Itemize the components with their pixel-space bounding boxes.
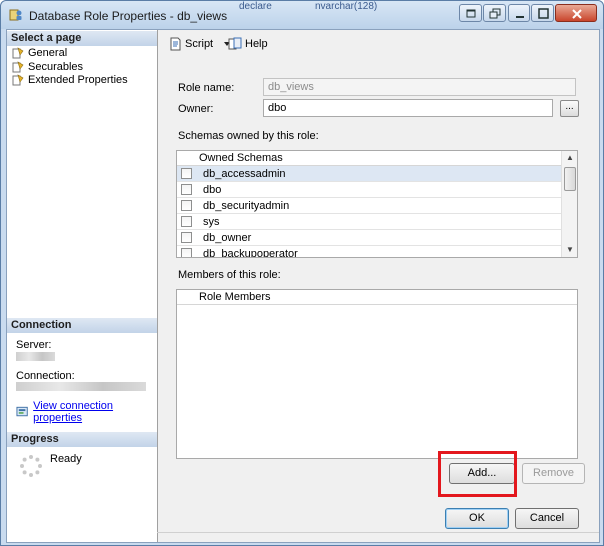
title-bar[interactable]: Database Role Properties - db_views decl… [1, 1, 603, 29]
page-item-label: Extended Properties [28, 73, 128, 86]
members-label: Members of this role: [178, 269, 281, 281]
close-icon[interactable] [555, 4, 597, 22]
page-icon [12, 73, 24, 85]
schema-name: sys [203, 215, 220, 228]
server-value-redacted [16, 352, 55, 361]
schema-checkbox[interactable] [181, 248, 192, 257]
help-label: Help [245, 38, 268, 50]
schema-row[interactable]: sys [177, 214, 561, 230]
page-icon [12, 46, 24, 58]
add-button-highlight-annotation [438, 451, 517, 497]
view-connection-properties-link[interactable]: View connection properties [16, 400, 157, 424]
toolbar: Script Help [158, 30, 599, 58]
maximize-icon[interactable] [531, 4, 554, 22]
window-title: Database Role Properties - db_views [29, 9, 228, 23]
restore-window-icon[interactable] [483, 4, 506, 22]
schema-row[interactable]: db_accessadmin [177, 166, 561, 182]
schema-row[interactable]: db_securityadmin [177, 198, 561, 214]
owner-field[interactable]: dbo [263, 99, 553, 117]
select-page-header: Select a page [7, 31, 157, 46]
script-label: Script [185, 38, 214, 50]
owner-label: Owner: [178, 103, 214, 115]
ok-button[interactable]: OK [445, 508, 509, 529]
database-role-icon [9, 9, 22, 21]
scroll-down-icon[interactable]: ▼ [562, 243, 577, 257]
help-button[interactable]: Help [228, 37, 268, 51]
general-page: Role name: db_views Owner: dbo ... Schem… [158, 58, 599, 542]
background-text: declare [239, 1, 272, 12]
role-members-header: Role Members [199, 291, 271, 303]
view-connection-properties-label: View connection properties [33, 400, 114, 424]
connection-label: Connection: [16, 370, 75, 382]
owned-schemas-grid: Owned Schemas db_accessadmin dbo db_secu… [176, 150, 578, 258]
progress-spinner-icon [20, 455, 42, 477]
connection-header: Connection [7, 318, 157, 333]
restore-icon[interactable] [459, 4, 482, 22]
schemas-label: Schemas owned by this role: [178, 130, 319, 142]
scroll-thumb[interactable] [564, 167, 576, 191]
schema-checkbox[interactable] [181, 216, 192, 227]
page-item-label: General [28, 46, 68, 59]
page-item-general[interactable]: General [12, 46, 67, 59]
schema-checkbox[interactable] [181, 232, 192, 243]
connection-properties-icon [16, 406, 28, 417]
schema-name: db_backupoperator [203, 247, 298, 258]
schema-name: db_accessadmin [203, 167, 286, 180]
server-label: Server: [16, 339, 52, 351]
help-icon [228, 37, 242, 50]
grid-header: Role Members [177, 290, 577, 305]
schema-name: dbo [203, 183, 222, 196]
progress-status: Ready [50, 453, 82, 465]
role-name-label: Role name: [178, 82, 235, 94]
schema-row[interactable]: dbo [177, 182, 561, 198]
page-item-securables[interactable]: Securables [12, 60, 83, 73]
grid-header: Owned Schemas [177, 151, 561, 166]
script-button[interactable]: Script [168, 37, 232, 51]
page-item-extended-properties[interactable]: Extended Properties [12, 73, 128, 86]
schemas-scrollbar[interactable]: ▲ ▼ [561, 151, 577, 257]
page-icon [12, 60, 24, 72]
minimize-icon[interactable] [508, 4, 530, 22]
owner-browse-button[interactable]: ... [560, 100, 579, 117]
dialog-window: Database Role Properties - db_views decl… [0, 0, 604, 546]
role-members-grid: Role Members [176, 289, 578, 459]
schema-name: db_owner [203, 231, 252, 244]
scroll-up-icon[interactable]: ▲ [562, 151, 577, 165]
schema-checkbox[interactable] [181, 168, 192, 179]
schema-checkbox[interactable] [181, 184, 192, 195]
schema-name: db_securityadmin [203, 199, 290, 212]
role-name-field[interactable]: db_views [263, 78, 576, 96]
remove-member-button[interactable]: Remove [522, 463, 585, 484]
background-text: nvarchar(128) [315, 1, 378, 12]
schema-checkbox[interactable] [181, 200, 192, 211]
footer-divider [157, 532, 599, 533]
connection-value-redacted [16, 382, 146, 391]
schema-row[interactable]: db_backupoperator [177, 246, 561, 258]
script-icon [170, 37, 181, 51]
schema-row[interactable]: db_owner [177, 230, 561, 246]
progress-header: Progress [7, 432, 157, 447]
page-item-label: Securables [28, 60, 84, 73]
owned-schemas-header: Owned Schemas [199, 152, 283, 164]
cancel-button[interactable]: Cancel [515, 508, 579, 529]
left-pane: Select a page General Securables Extende… [7, 30, 158, 542]
